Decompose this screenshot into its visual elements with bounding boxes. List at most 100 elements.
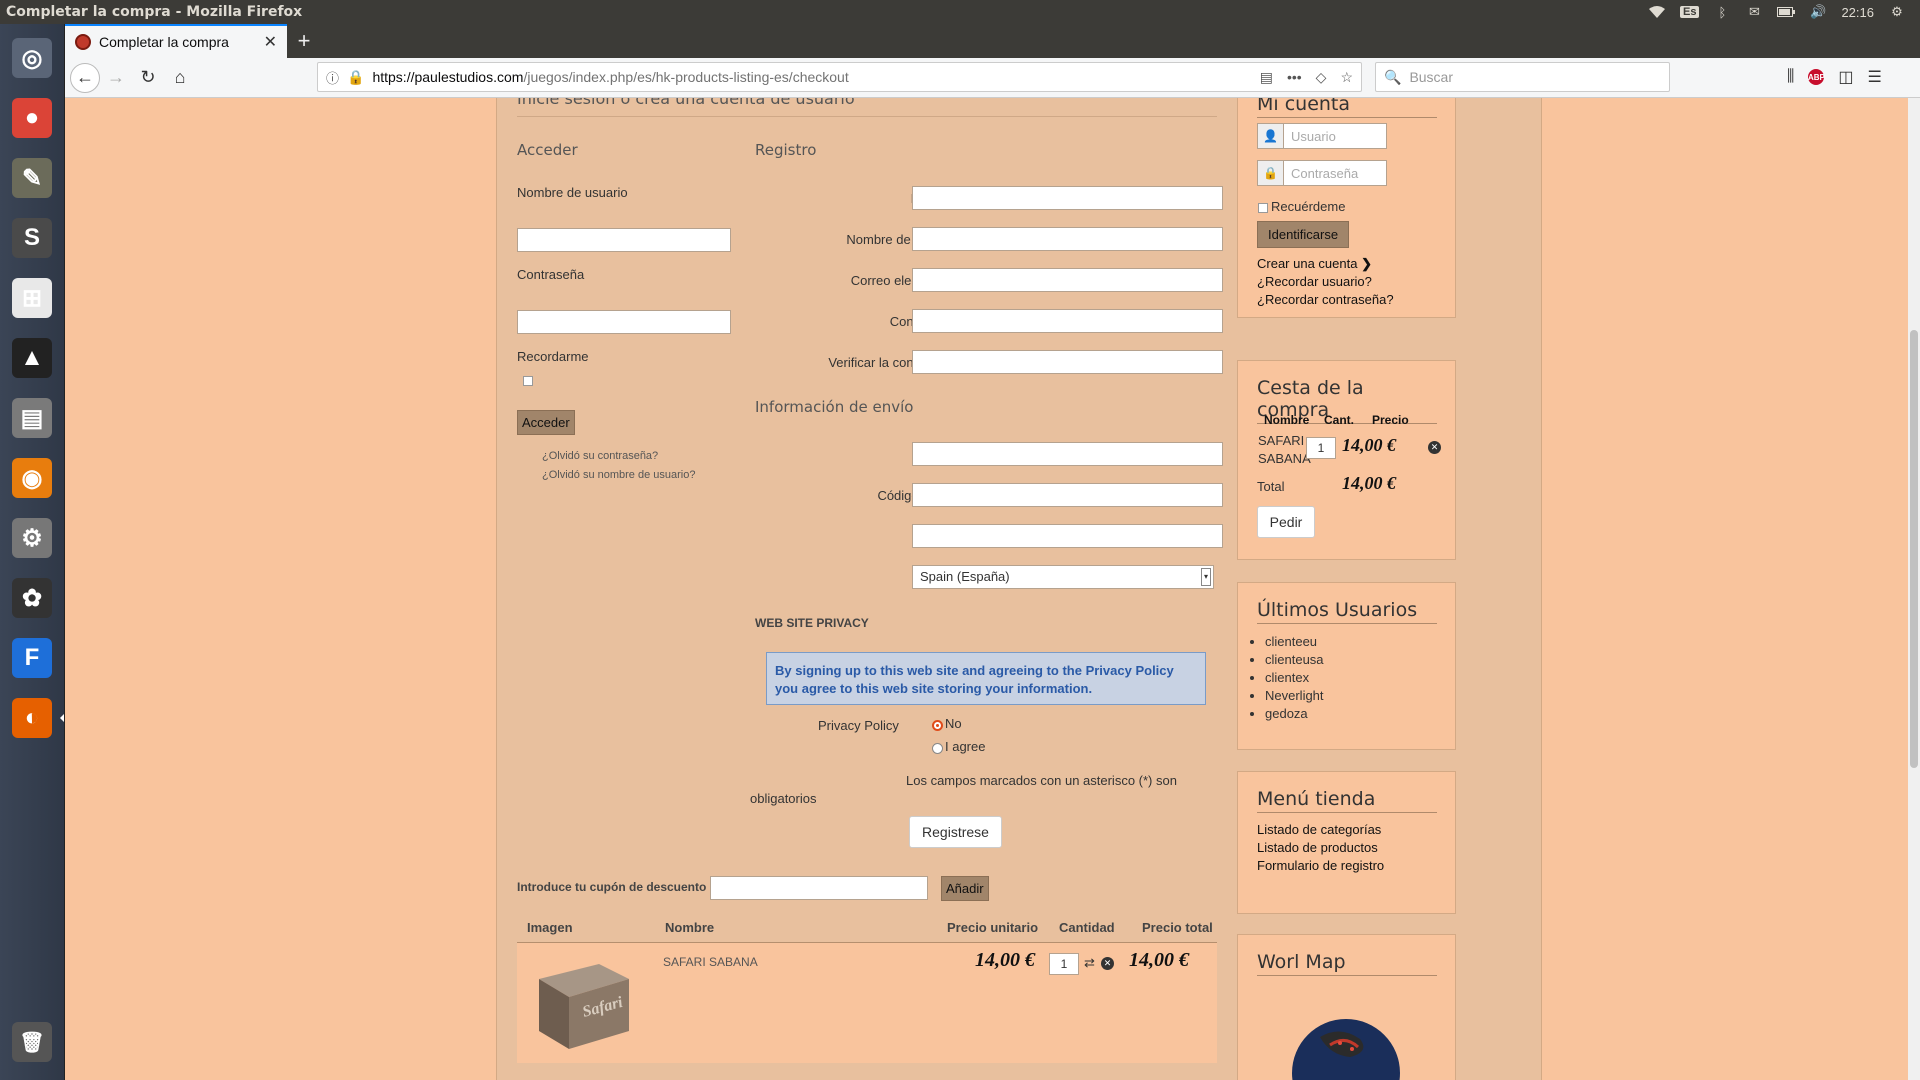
bluetooth-icon[interactable]: ᛒ xyxy=(1713,5,1731,20)
world-globe-image[interactable] xyxy=(1290,1017,1402,1080)
privacy-no-radio[interactable] xyxy=(932,720,943,731)
sidebar-username-input[interactable]: Usuario xyxy=(1283,123,1387,149)
registration-form-link[interactable]: Formulario de registro xyxy=(1257,858,1384,873)
darktable-icon[interactable]: ✿ xyxy=(6,572,58,624)
register-verify-password-input[interactable] xyxy=(912,350,1223,374)
register-email-input[interactable] xyxy=(912,268,1223,292)
system-settings-icon[interactable]: ⚙ xyxy=(6,512,58,564)
keyboard-layout-indicator[interactable]: Es xyxy=(1679,6,1700,18)
close-tab-icon[interactable]: ✕ xyxy=(264,32,277,52)
browser-navigation-toolbar: ← → ↻ ⌂ ⓘ 🔒 https://paulestudios.com/jue… xyxy=(65,58,1920,98)
trash-icon[interactable]: 🗑 xyxy=(6,1016,58,1068)
basket-order-button[interactable]: Pedir xyxy=(1257,506,1315,538)
remind-password-link[interactable]: ¿Recordar contraseña? xyxy=(1257,292,1394,307)
forgot-username-link[interactable]: ¿Olvidó su nombre de usuario? xyxy=(542,469,695,481)
secure-lock-icon[interactable]: 🔒 xyxy=(347,69,364,86)
search-bar[interactable]: 🔍 Buscar xyxy=(1375,62,1670,92)
firefox-icon[interactable]: ◐ xyxy=(6,692,64,744)
sublime-text-icon[interactable]: S xyxy=(6,212,58,264)
system-tray: Es ᛒ ✉ 🔊 22:16 ⚙ xyxy=(1648,4,1920,20)
adblock-plus-icon[interactable]: ABP xyxy=(1808,69,1825,85)
blender-glyph: ◉ xyxy=(12,458,52,498)
login-remember-checkbox[interactable] xyxy=(523,376,533,386)
clock[interactable]: 22:16 xyxy=(1841,5,1874,20)
categories-list-link[interactable]: Listado de categorías xyxy=(1257,822,1381,837)
software-center-icon[interactable]: ⊞ xyxy=(6,272,58,324)
sidebar-login-button[interactable]: Identificarse xyxy=(1257,221,1350,248)
basket-item-name-line1: SAFARI xyxy=(1258,433,1305,448)
country-select[interactable]: Spain (España) ▾ xyxy=(912,565,1214,589)
privacy-agree-radio[interactable] xyxy=(932,743,943,754)
list-item[interactable]: Neverlight xyxy=(1265,687,1324,705)
list-item[interactable]: clienteeu xyxy=(1265,633,1324,651)
inkscape-icon[interactable]: ▲ xyxy=(6,332,58,384)
reload-button[interactable]: ↻ xyxy=(132,62,164,94)
battery-icon[interactable] xyxy=(1777,5,1796,19)
register-username-input[interactable] xyxy=(912,227,1223,251)
country-selected-value: Spain (España) xyxy=(920,569,1010,584)
power-gear-icon[interactable]: ⚙ xyxy=(1888,4,1906,19)
mail-icon[interactable]: ✉ xyxy=(1745,4,1763,19)
login-password-input[interactable] xyxy=(517,310,731,334)
list-item[interactable]: clientex xyxy=(1265,669,1324,687)
home-button[interactable]: ⌂ xyxy=(164,62,196,94)
new-tab-button[interactable]: + xyxy=(287,24,321,58)
tab-completar-la-compra[interactable]: Completar la compra ✕ xyxy=(65,24,287,58)
remove-item-icon[interactable]: ✕ xyxy=(1101,957,1114,970)
required-fields-note-end: obligatorios xyxy=(750,791,817,806)
products-list-link[interactable]: Listado de productos xyxy=(1257,840,1378,855)
page-scrollbar[interactable] xyxy=(1908,98,1920,1080)
back-button[interactable]: ← xyxy=(70,62,100,93)
basket-remove-item-icon[interactable]: ✕ xyxy=(1428,441,1441,454)
remind-username-link[interactable]: ¿Recordar usuario? xyxy=(1257,274,1372,289)
wifi-icon[interactable] xyxy=(1648,5,1666,19)
basket-item-price: 14,00 € xyxy=(1342,435,1396,455)
street-input[interactable] xyxy=(912,442,1223,466)
url-actions: ▤ ••• ◇ ☆ xyxy=(1260,69,1353,86)
list-item[interactable]: clienteusa xyxy=(1265,651,1324,669)
hamburger-menu-icon[interactable]: ☰ xyxy=(1868,67,1882,87)
coupon-input[interactable] xyxy=(710,876,928,900)
site-favicon-icon xyxy=(75,34,91,50)
gimp-glyph: ✎ xyxy=(12,158,52,198)
city-input[interactable] xyxy=(912,524,1223,548)
blender-icon[interactable]: ◉ xyxy=(6,452,58,504)
list-item[interactable]: gedoza xyxy=(1265,705,1324,723)
files-icon[interactable]: ▤ xyxy=(6,392,58,444)
page-actions-icon[interactable]: ••• xyxy=(1287,69,1302,86)
chrome-icon[interactable]: ● xyxy=(6,92,58,144)
create-account-link[interactable]: Crear una cuenta ❯ xyxy=(1257,256,1372,272)
postal-code-input[interactable] xyxy=(912,483,1223,507)
world-map-title: Worl Map xyxy=(1257,951,1437,976)
pocket-icon[interactable]: ◇ xyxy=(1316,69,1327,86)
product-box-image[interactable]: Safari xyxy=(529,959,633,1051)
volume-icon[interactable]: 🔊 xyxy=(1809,4,1827,19)
login-username-input[interactable] xyxy=(517,228,731,252)
library-icon[interactable]: ⫼ xyxy=(1787,68,1794,86)
url-host: https://paulestudios.com xyxy=(372,69,524,85)
login-submit-button[interactable]: Acceder xyxy=(517,410,575,435)
scrollbar-thumb[interactable] xyxy=(1910,330,1918,768)
filezilla-icon[interactable]: F xyxy=(6,632,58,684)
reader-view-icon[interactable]: ▤ xyxy=(1260,69,1273,86)
sidebar-password-input[interactable]: Contraseña xyxy=(1283,160,1387,186)
sidebar-remember-checkbox[interactable] xyxy=(1258,203,1268,213)
basket-item-qty-input[interactable]: 1 xyxy=(1306,437,1336,459)
register-password-input[interactable] xyxy=(912,309,1223,333)
sidebar-toggle-icon[interactable]: ◫ xyxy=(1838,67,1853,87)
url-bar[interactable]: ⓘ 🔒 https://paulestudios.com/juegos/inde… xyxy=(317,62,1362,92)
darktable-glyph: ✿ xyxy=(12,578,52,618)
refresh-quantity-icon[interactable]: ⇄ xyxy=(1084,955,1095,971)
forward-button[interactable]: → xyxy=(100,62,132,94)
bookmark-star-icon[interactable]: ☆ xyxy=(1340,69,1353,86)
coupon-add-button[interactable]: Añadir xyxy=(941,876,989,901)
cart-item-name[interactable]: SAFARI SABANA xyxy=(663,955,758,969)
privacy-no-label: No xyxy=(945,716,962,731)
ubuntu-dash-icon[interactable]: ◎ xyxy=(6,32,58,84)
site-info-icon[interactable]: ⓘ xyxy=(326,68,339,87)
cart-item-quantity-input[interactable]: 1 xyxy=(1049,953,1079,975)
register-submit-button[interactable]: Registrese xyxy=(909,816,1002,848)
register-name-input[interactable] xyxy=(912,186,1223,210)
gimp-icon[interactable]: ✎ xyxy=(6,152,58,204)
forgot-password-link[interactable]: ¿Olvidó su contraseña? xyxy=(542,450,658,462)
